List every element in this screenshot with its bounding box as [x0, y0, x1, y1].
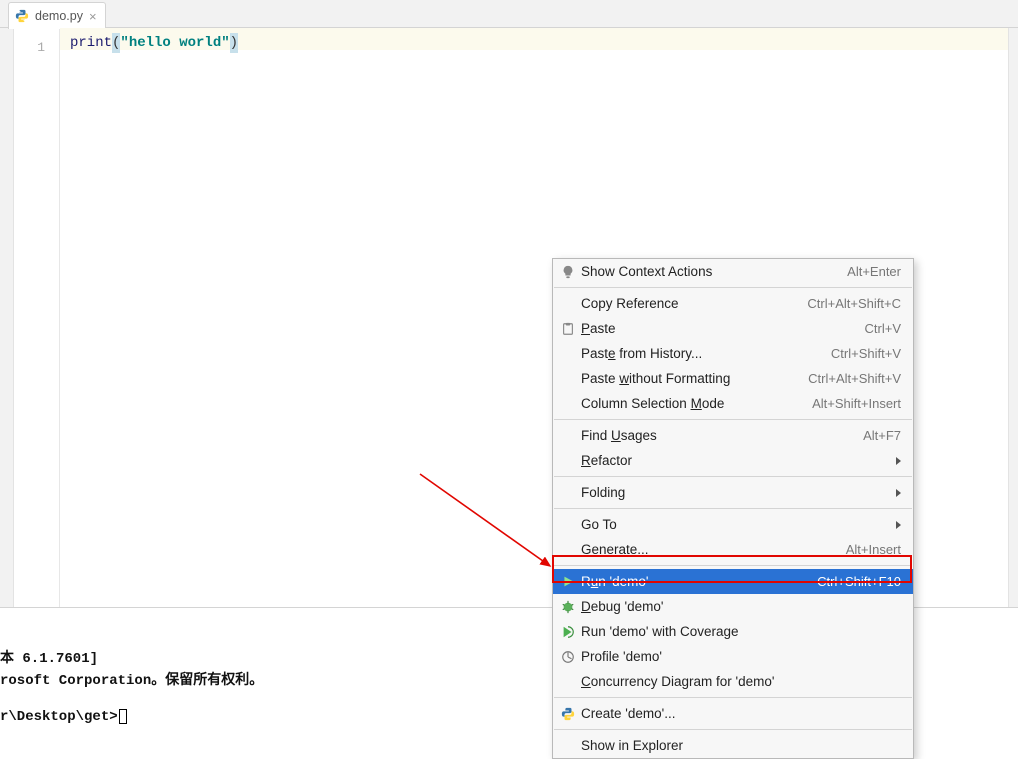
- menu-separator: [554, 476, 912, 477]
- menu-label: Run 'demo' with Coverage: [581, 624, 901, 639]
- coverage-icon: [559, 623, 577, 641]
- paste-icon: [559, 320, 577, 338]
- blank-icon: [559, 295, 577, 313]
- menu-label: Show in Explorer: [581, 738, 901, 753]
- blank-icon: [559, 395, 577, 413]
- menu-label: Paste from History...: [581, 346, 831, 361]
- blank-icon: [559, 370, 577, 388]
- menu-separator: [554, 508, 912, 509]
- menu-shortcut: Ctrl+V: [865, 321, 901, 336]
- menu-item-run-demo[interactable]: Run 'demo'Ctrl+Shift+F10: [553, 569, 913, 594]
- editor-tab[interactable]: demo.py ×: [8, 2, 106, 29]
- left-margin: [0, 28, 14, 607]
- terminal-prompt: r\Desktop\get>: [0, 709, 118, 725]
- code-paren-close: ): [230, 33, 238, 53]
- run-green-icon: [559, 573, 577, 591]
- context-menu: Show Context ActionsAlt+Enter Copy Refere…: [552, 258, 914, 759]
- menu-item-column-selection-mode[interactable]: Column Selection ModeAlt+Shift+Insert: [553, 391, 913, 416]
- menu-label: Profile 'demo': [581, 649, 901, 664]
- blank-icon: [559, 452, 577, 470]
- menu-separator: [554, 287, 912, 288]
- menu-shortcut: Alt+Enter: [847, 264, 901, 279]
- submenu-arrow-icon: [896, 521, 901, 529]
- submenu-arrow-icon: [896, 457, 901, 465]
- menu-label: Show Context Actions: [581, 264, 847, 279]
- menu-item-paste[interactable]: PasteCtrl+V: [553, 316, 913, 341]
- menu-label: Concurrency Diagram for 'demo': [581, 674, 901, 689]
- menu-item-concurrency-diagram-for-demo[interactable]: Concurrency Diagram for 'demo': [553, 669, 913, 694]
- menu-label: Generate...: [581, 542, 846, 557]
- menu-item-generate[interactable]: Generate...Alt+Insert: [553, 537, 913, 562]
- python-icon: [559, 705, 577, 723]
- right-margin: [1008, 28, 1018, 607]
- menu-item-show-context-actions[interactable]: Show Context ActionsAlt+Enter: [553, 259, 913, 284]
- blank-icon: [559, 541, 577, 559]
- menu-label: Go To: [581, 517, 896, 532]
- blank-icon: [559, 737, 577, 755]
- tab-close-icon[interactable]: ×: [89, 9, 97, 24]
- menu-label: Paste without Formatting: [581, 371, 808, 386]
- menu-separator: [554, 565, 912, 566]
- menu-item-find-usages[interactable]: Find UsagesAlt+F7: [553, 423, 913, 448]
- code-line: print("hello world"): [60, 28, 1008, 50]
- python-file-icon: [15, 9, 29, 23]
- menu-label: Create 'demo'...: [581, 706, 901, 721]
- menu-label: Column Selection Mode: [581, 396, 812, 411]
- menu-shortcut: Ctrl+Alt+Shift+C: [807, 296, 901, 311]
- menu-shortcut: Ctrl+Alt+Shift+V: [808, 371, 901, 386]
- menu-label: Paste: [581, 321, 865, 336]
- tab-filename: demo.py: [35, 9, 83, 23]
- menu-item-paste-from-history[interactable]: Paste from History...Ctrl+Shift+V: [553, 341, 913, 366]
- menu-item-folding[interactable]: Folding: [553, 480, 913, 505]
- profile-icon: [559, 648, 577, 666]
- menu-label: Folding: [581, 485, 896, 500]
- menu-shortcut: Alt+Insert: [846, 542, 901, 557]
- menu-shortcut: Alt+F7: [863, 428, 901, 443]
- blank-icon: [559, 427, 577, 445]
- menu-item-go-to[interactable]: Go To: [553, 512, 913, 537]
- blank-icon: [559, 345, 577, 363]
- menu-separator: [554, 697, 912, 698]
- blank-icon: [559, 484, 577, 502]
- menu-item-show-in-explorer[interactable]: Show in Explorer: [553, 733, 913, 758]
- blank-icon: [559, 673, 577, 691]
- menu-shortcut: Alt+Shift+Insert: [812, 396, 901, 411]
- menu-label: Copy Reference: [581, 296, 807, 311]
- menu-item-paste-without-formatting[interactable]: Paste without FormattingCtrl+Alt+Shift+V: [553, 366, 913, 391]
- menu-shortcut: Ctrl+Shift+F10: [817, 574, 901, 589]
- menu-label: Refactor: [581, 453, 896, 468]
- menu-separator: [554, 729, 912, 730]
- menu-shortcut: Ctrl+Shift+V: [831, 346, 901, 361]
- menu-item-debug-demo[interactable]: Debug 'demo': [553, 594, 913, 619]
- debug-icon: [559, 598, 577, 616]
- menu-separator: [554, 419, 912, 420]
- menu-item-create-demo[interactable]: Create 'demo'...: [553, 701, 913, 726]
- code-paren-open: (: [112, 33, 120, 53]
- menu-item-refactor[interactable]: Refactor: [553, 448, 913, 473]
- menu-item-profile-demo[interactable]: Profile 'demo': [553, 644, 913, 669]
- menu-label: Find Usages: [581, 428, 863, 443]
- blank-icon: [559, 516, 577, 534]
- line-number: 1: [14, 40, 45, 55]
- menu-label: Run 'demo': [581, 574, 817, 589]
- terminal-cursor: [119, 709, 127, 724]
- line-number-gutter: 1: [14, 28, 60, 607]
- submenu-arrow-icon: [896, 489, 901, 497]
- menu-label: Debug 'demo': [581, 599, 901, 614]
- code-string: "hello world": [120, 33, 229, 53]
- bulb-icon: [559, 263, 577, 281]
- code-function: print: [70, 33, 112, 53]
- tab-bar: demo.py ×: [0, 0, 1018, 28]
- menu-item-run-demo-with-coverage[interactable]: Run 'demo' with Coverage: [553, 619, 913, 644]
- menu-item-copy-reference[interactable]: Copy ReferenceCtrl+Alt+Shift+C: [553, 291, 913, 316]
